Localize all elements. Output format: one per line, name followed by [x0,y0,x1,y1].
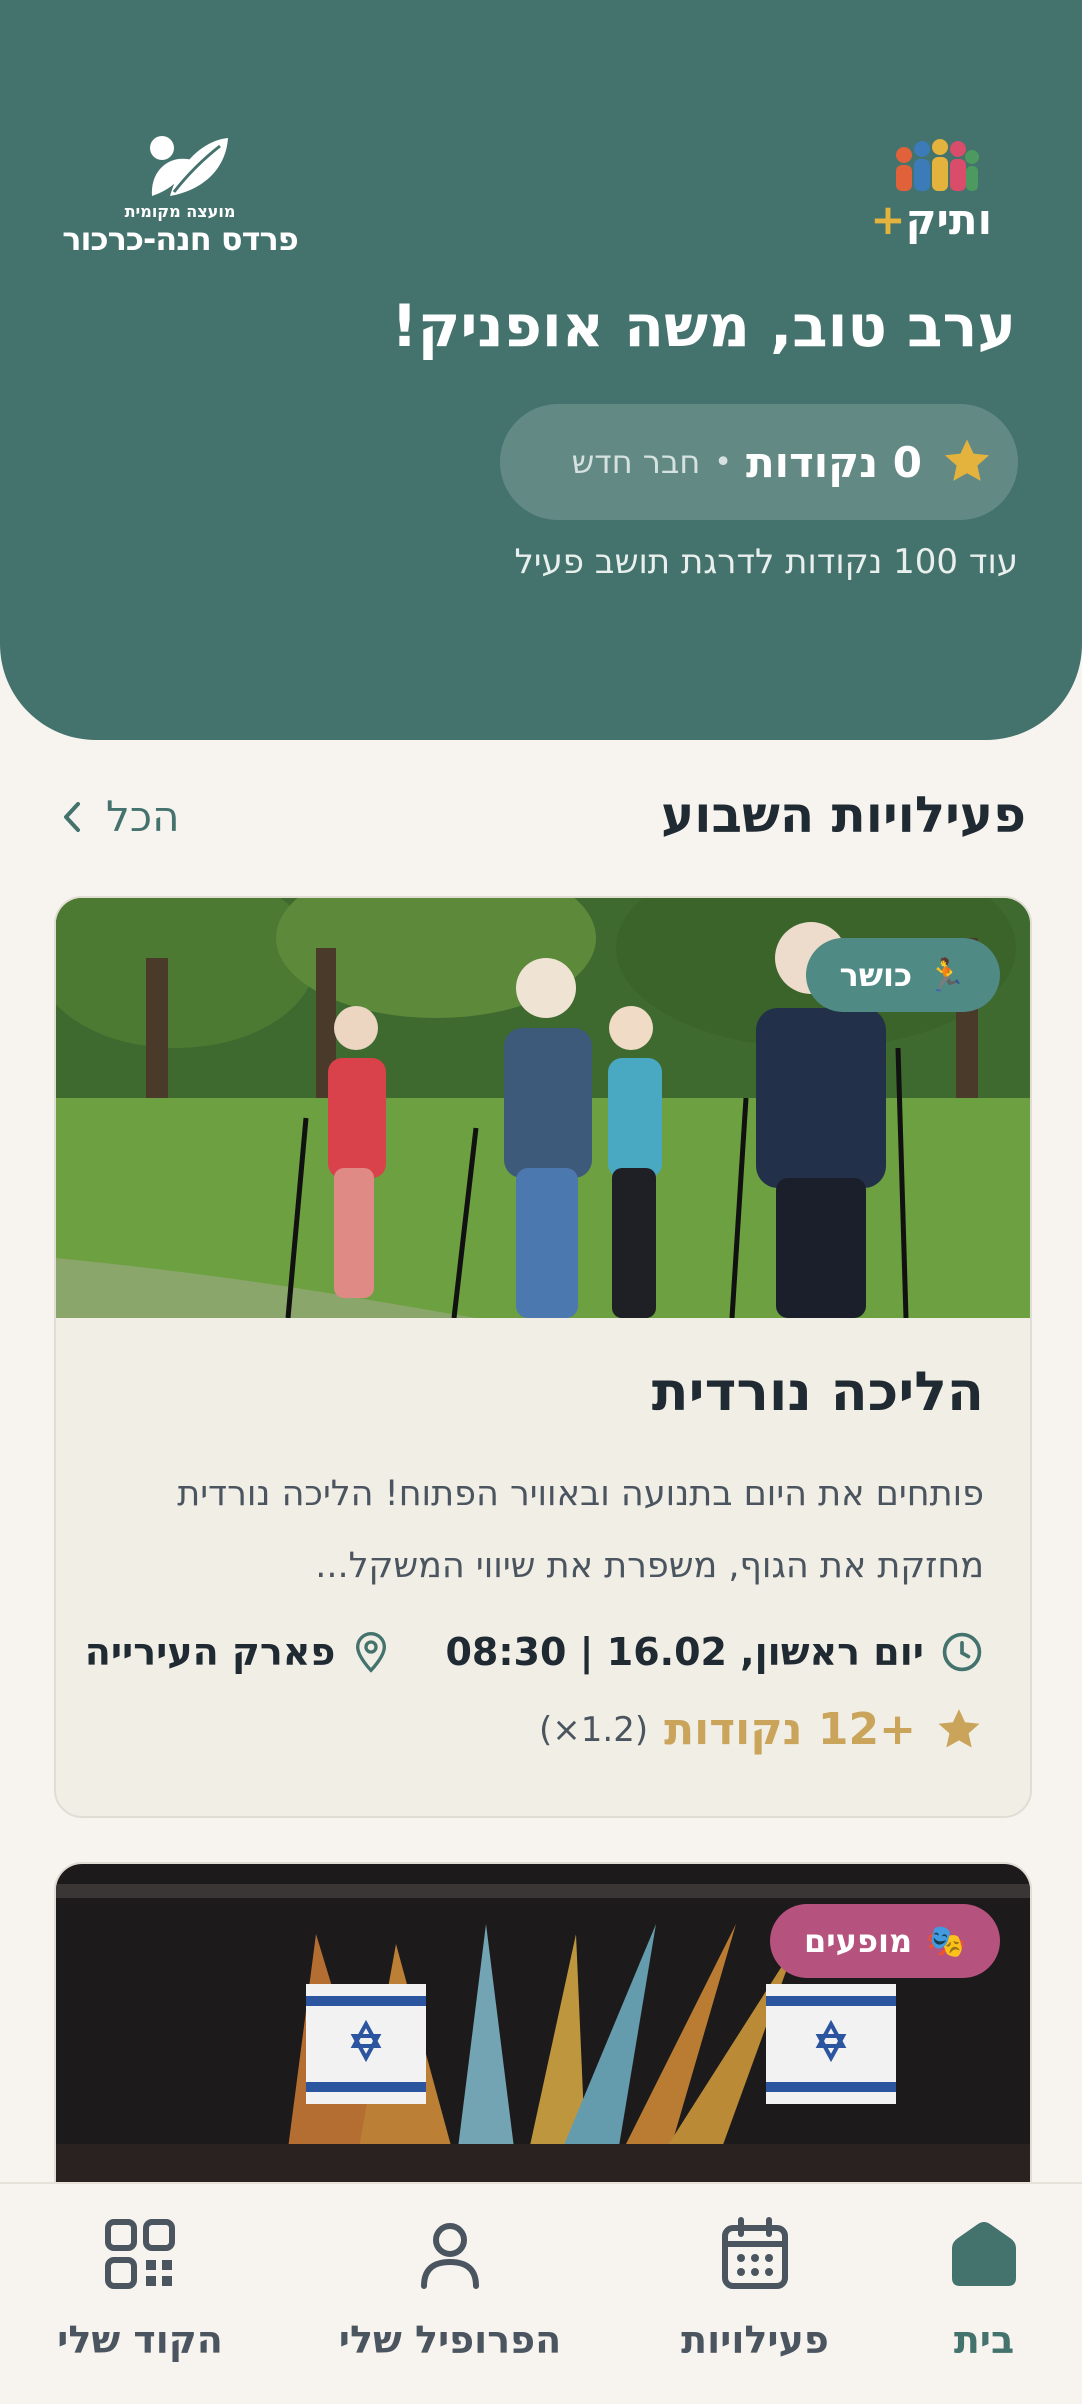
activity-datetime: יום ראשון, 16.02 | 08:30 [445,1630,984,1674]
app-logo-text: ותיק+ [862,195,992,244]
location-pin-icon [356,1632,387,1673]
activity-card[interactable]: 🏃 כושר הליכה נורדית פותחים את היום בתנוע… [54,896,1032,1818]
greeting-title: ערב טוב, משה אופניק! [391,292,1016,360]
runner-icon: 🏃 [926,956,966,994]
reward-multiplier: (1.2×) [538,1709,649,1750]
points-value: 0 נקודות [745,437,922,487]
nav-profile[interactable]: הפרופיל שלי [330,2214,570,2362]
bottom-navigation: בית פעילויות הפרופיל שלי הקוד שלי [0,2182,1082,2404]
see-all-link[interactable]: הכל [62,792,180,841]
app-logo-plus: + [870,195,906,244]
logo-subtitle: מועצה מקומית [124,202,236,221]
datetime-text: יום ראשון, 16.02 | 08:30 [445,1630,924,1674]
leaf-logo-icon [150,136,228,196]
municipality-logo: מועצה מקומית פרדס חנה-כרכור [60,130,300,258]
star-icon [938,1708,980,1747]
points-badge[interactable]: 0 נקודות • חבר חדש [500,404,1018,520]
member-level: חבר חדש [571,443,701,481]
category-label: כושר [839,956,913,994]
reward-points: +12 נקודות [664,1704,916,1755]
clock-icon [942,1632,982,1672]
activity-meta: יום ראשון, 16.02 | 08:30 פארק העירייה [85,1622,984,1682]
nav-code-label: הקוד שלי [57,2318,223,2362]
activity-title: הליכה נורדית [651,1360,984,1423]
home-icon [952,2222,1016,2286]
app-logo: ותיק+ [860,135,992,245]
level-progress-text: עוד 100 נקודות לדרגת תושב פעיל [514,542,1018,582]
nav-profile-label: הפרופיל שלי [338,2318,562,2362]
user-icon [421,2223,479,2289]
star-icon [944,439,990,481]
calendar-icon [722,2217,788,2289]
section-title: פעילויות השבוע [661,786,1026,844]
category-badge: 🎭 מופעים [769,1904,1000,1978]
app-logo-word: ותיק [905,195,992,244]
people-group-icon [896,139,979,191]
theater-masks-icon: 🎭 [926,1922,966,1960]
nav-activities[interactable]: פעילויות [635,2214,875,2362]
nav-home[interactable]: בית [864,2214,1082,2362]
separator-dot: • [714,444,732,480]
logo-title: פרדס חנה-כרכור [62,220,299,258]
chevron-left-icon [64,801,80,832]
nav-home-label: בית [953,2318,1015,2362]
see-all-label: הכל [106,792,180,841]
category-badge: 🏃 כושר [805,938,1000,1012]
category-label: מופעים [803,1922,913,1960]
qr-code-icon [105,2219,175,2289]
header: מועצה מקומית פרדס חנה-כרכור ותיק+ ערב טו… [0,0,1082,740]
location-text: פארק העירייה [84,1630,336,1674]
nav-activities-label: פעילויות [681,2318,829,2362]
activity-reward: +12 נקודות (1.2×) [539,1704,984,1755]
activity-location: פארק העירייה [85,1630,392,1674]
activity-description: פותחים את היום בתנועה ובאוויר הפתוח! הלי… [177,1474,984,1586]
nav-qr-code[interactable]: הקוד שלי [20,2214,260,2362]
